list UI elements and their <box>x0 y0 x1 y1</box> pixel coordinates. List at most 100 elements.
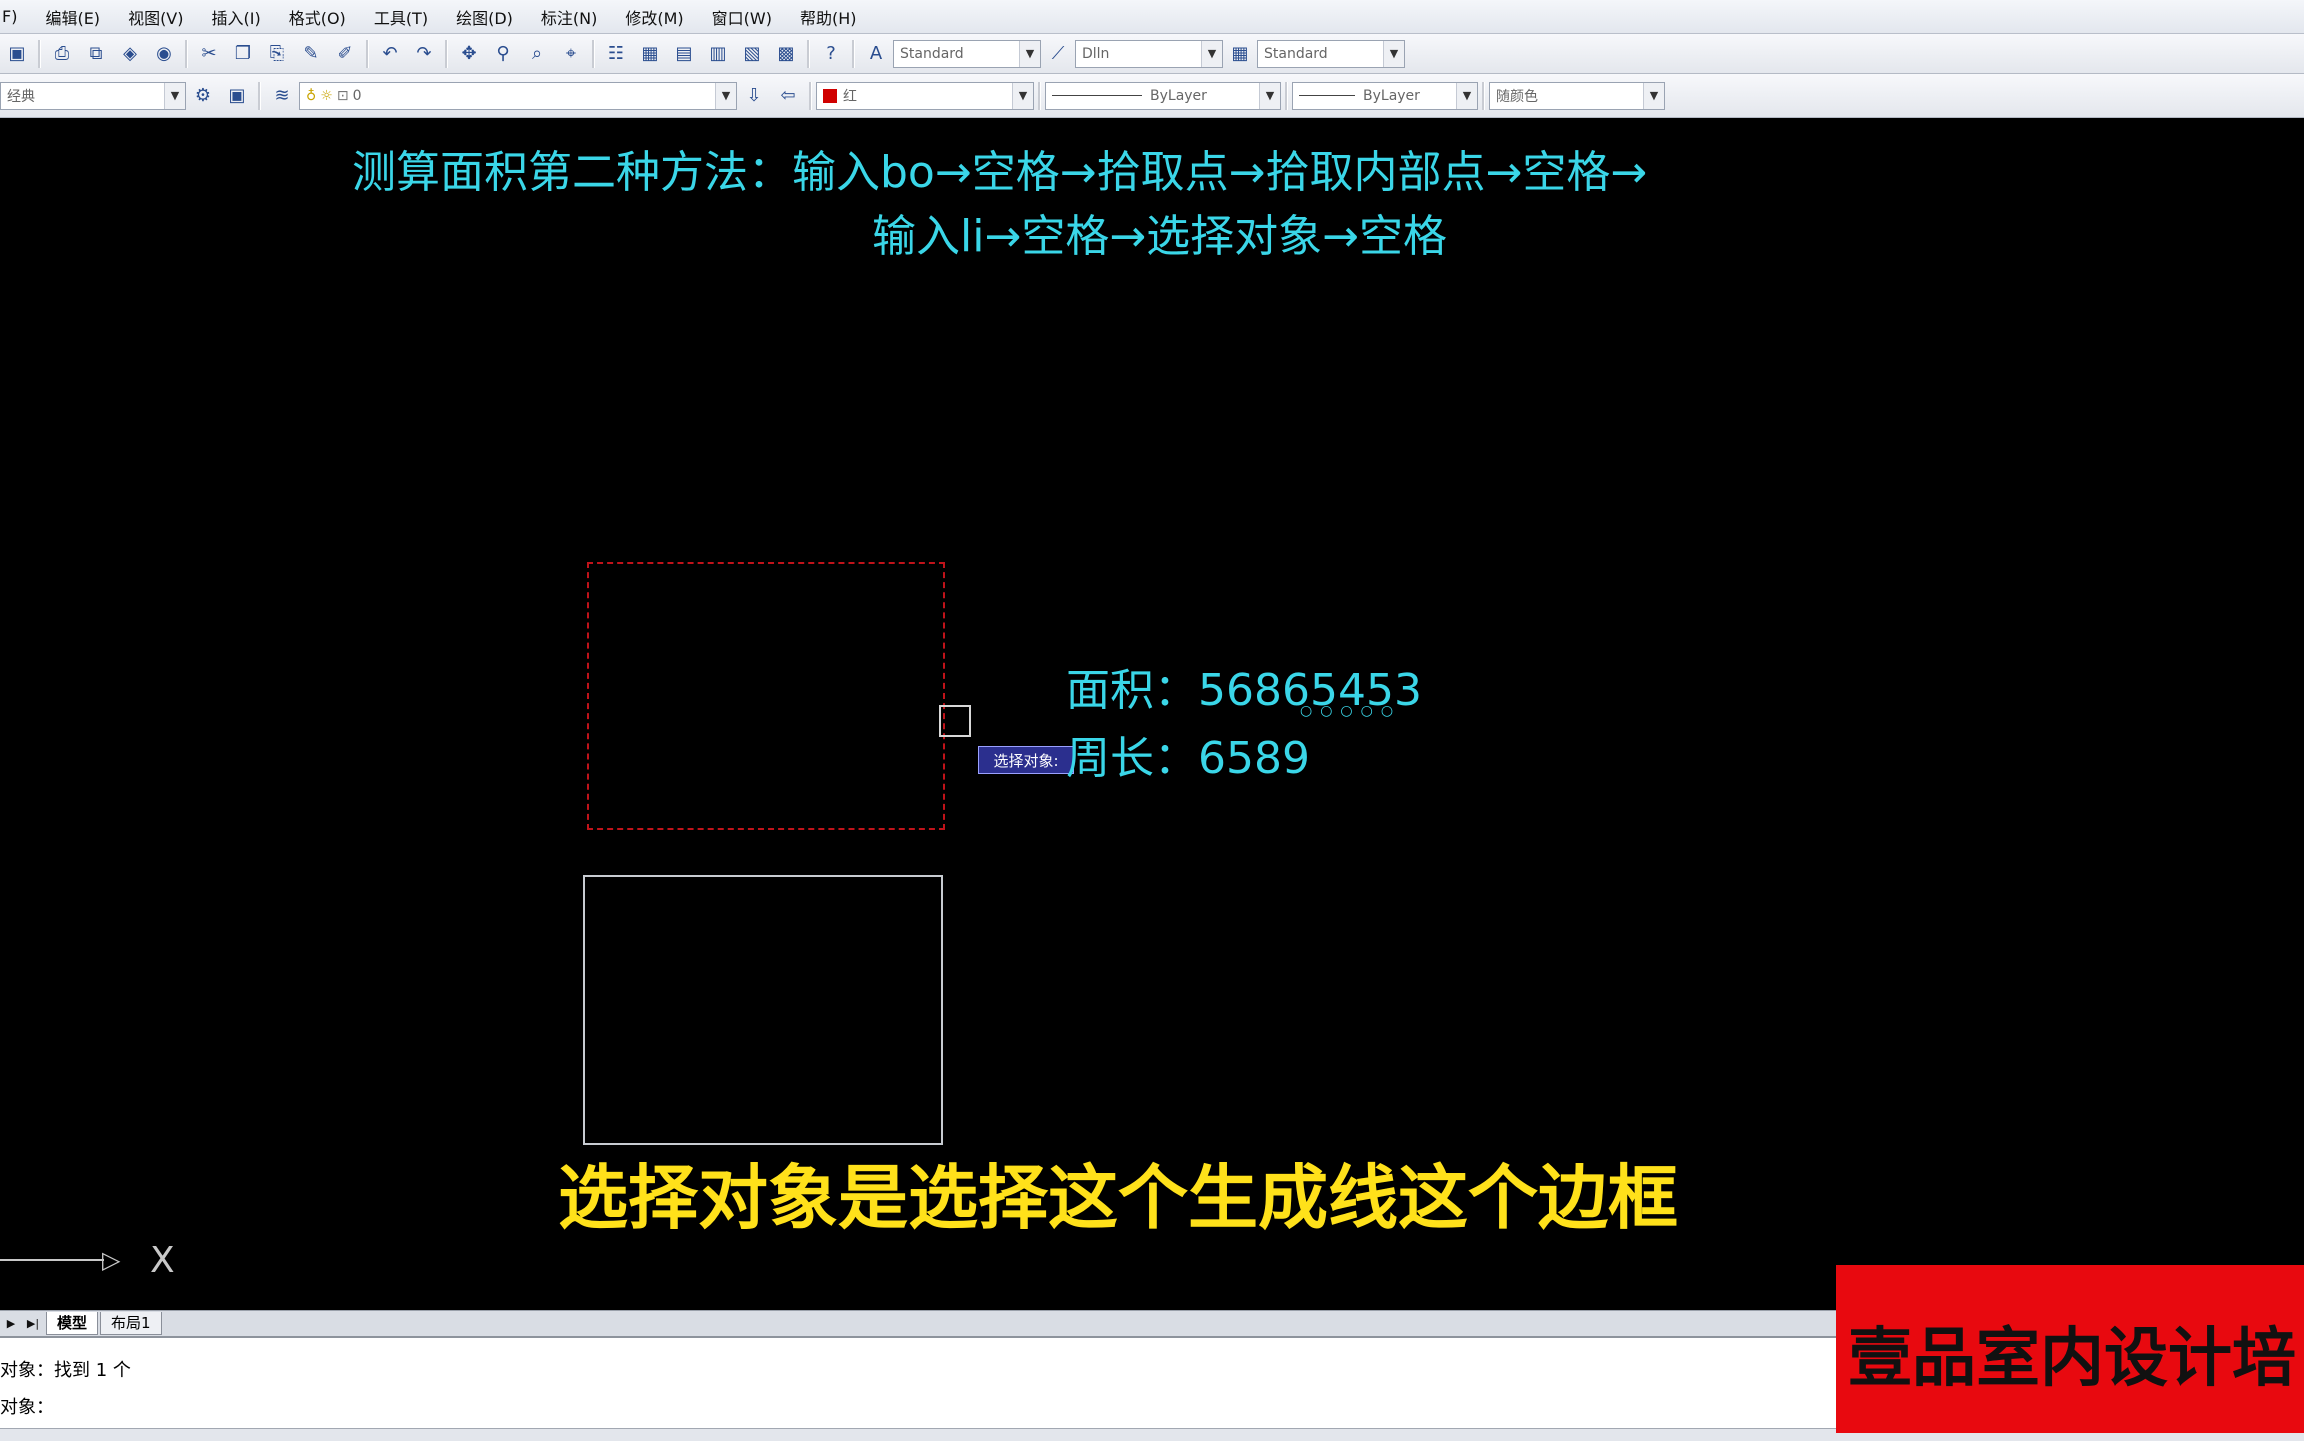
calculator-icon[interactable]: ▩ <box>772 40 800 68</box>
design-center-icon[interactable]: ▦ <box>636 40 664 68</box>
tab-nav-next-icon[interactable]: ▶ <box>0 1317 22 1330</box>
ucs-x-axis-line <box>0 1259 104 1261</box>
color-value: 红 <box>843 88 857 105</box>
command-prompt-line[interactable]: 对象： <box>0 1393 54 1419</box>
chevron-down-icon: ▼ <box>1643 82 1664 109</box>
toolbar-separator <box>809 81 812 110</box>
boundary-rectangle[interactable] <box>583 875 943 1145</box>
redo-icon[interactable]: ↷ <box>410 40 438 68</box>
tool-palettes-icon[interactable]: ▤ <box>670 40 698 68</box>
menu-tools[interactable]: 工具(T) <box>360 5 442 29</box>
instruction-heading-line2: 输入li→空格→选择对象→空格 <box>872 211 1448 262</box>
zoom-window-icon[interactable]: ⌕ <box>523 40 551 68</box>
zoom-previous-icon[interactable]: ⌖ <box>557 40 585 68</box>
chevron-down-icon: ▼ <box>1201 40 1222 67</box>
menu-view[interactable]: 视图(V) <box>114 5 197 29</box>
lineweight-select[interactable]: ByLayer ▼ <box>1292 81 1478 110</box>
toolbar-separator <box>592 39 595 68</box>
table-style-select[interactable]: Standard ▼ <box>1257 39 1405 68</box>
video-subtitle: 选择对象是选择这个生成线这个边框 <box>558 1157 1678 1239</box>
plot-style-select[interactable]: 随颜色 ▼ <box>1489 81 1665 110</box>
zoom-realtime-icon[interactable]: ⚲ <box>489 40 517 68</box>
3d-publish-icon[interactable]: ◉ <box>150 40 178 68</box>
sheet-set-icon[interactable]: ▥ <box>704 40 732 68</box>
perimeter-result-text: 周长：6589 <box>1066 733 1310 784</box>
tab-model[interactable]: 模型 <box>46 1312 99 1335</box>
save-icon[interactable]: ▣ <box>3 40 31 68</box>
dim-style-select[interactable]: Dlln ▼ <box>1075 39 1223 68</box>
ucs-x-label: X <box>150 1240 175 1281</box>
sun-icon: ☼ <box>320 87 333 104</box>
print-icon[interactable]: ⎙ <box>48 40 76 68</box>
ucs-arrow-icon: ▷ <box>102 1246 121 1274</box>
undo-icon[interactable]: ↶ <box>376 40 404 68</box>
copy-icon[interactable]: ❐ <box>229 40 257 68</box>
menu-file[interactable]: F) <box>0 7 31 26</box>
paste-icon[interactable]: ⎘ <box>263 40 291 68</box>
menu-draw[interactable]: 绘图(D) <box>442 5 527 29</box>
color-select[interactable]: 红 ▼ <box>816 81 1034 110</box>
properties-icon[interactable]: ☷ <box>602 40 630 68</box>
toolbar-separator <box>366 39 369 68</box>
toolbar-separator <box>258 81 261 110</box>
tab-nav-last-icon[interactable]: ▶| <box>22 1317 44 1330</box>
text-style-select[interactable]: Standard ▼ <box>893 39 1041 68</box>
layer-previous-icon[interactable]: ⇦ <box>774 82 802 110</box>
menu-help[interactable]: 帮助(H) <box>786 5 871 29</box>
chevron-down-icon: ▼ <box>1012 82 1033 109</box>
table-style-value: Standard <box>1264 45 1328 62</box>
grip-dots: ○○○○○ <box>1300 703 1402 719</box>
lock-icon: ⊡ <box>336 87 349 104</box>
toolbar-separator <box>852 39 855 68</box>
workspace-select[interactable]: 经典 ▼ <box>0 81 186 110</box>
workspace-settings-icon[interactable]: ⚙ <box>189 82 217 110</box>
layer-manager-icon[interactable]: ≋ <box>268 82 296 110</box>
brand-logo-banner: 壹品室内设计培 <box>1836 1265 2304 1433</box>
properties-toolbar: 经典 ▼ ⚙ ▣ ≋ ♁ ☼ ⊡ 0 ▼ ⇩ ⇦ 红 ▼ ByLayer ▼ B… <box>0 74 2304 118</box>
help-icon[interactable]: ? <box>817 40 845 68</box>
lineweight-value: ByLayer <box>1363 87 1420 104</box>
chevron-down-icon: ▼ <box>164 82 185 109</box>
toolbar-separator <box>1285 81 1288 110</box>
toolbar-separator <box>445 39 448 68</box>
menu-dimension[interactable]: 标注(N) <box>527 5 611 29</box>
toolbar-separator <box>1038 81 1041 110</box>
text-style-value: Standard <box>900 45 964 62</box>
toolbar-separator <box>1482 81 1485 110</box>
match-properties-icon[interactable]: ✎ <box>297 40 325 68</box>
linetype-value: ByLayer <box>1150 87 1207 104</box>
menu-insert[interactable]: 插入(I) <box>198 5 275 29</box>
block-editor-icon[interactable]: ✐ <box>331 40 359 68</box>
linetype-select[interactable]: ByLayer ▼ <box>1045 81 1281 110</box>
menu-bar: F) 编辑(E) 视图(V) 插入(I) 格式(O) 工具(T) 绘图(D) 标… <box>0 0 2304 34</box>
brand-logo-text: 壹品室内设计培 <box>1848 1322 2296 1396</box>
linetype-preview <box>1052 95 1142 96</box>
plot-preview-icon[interactable]: ⧉ <box>82 40 110 68</box>
pan-icon[interactable]: ✥ <box>455 40 483 68</box>
select-objects-tooltip: 选择对象: <box>978 746 1074 774</box>
menu-modify[interactable]: 修改(M) <box>611 5 697 29</box>
layer-select[interactable]: ♁ ☼ ⊡ 0 ▼ <box>299 81 737 110</box>
menu-edit[interactable]: 编辑(E) <box>31 5 114 29</box>
cut-icon[interactable]: ✂ <box>195 40 223 68</box>
plot-style-value: 随颜色 <box>1496 88 1538 105</box>
standard-toolbar: ▣ ⎙ ⧉ ◈ ◉ ✂ ❐ ⎘ ✎ ✐ ↶ ↷ ✥ ⚲ ⌕ ⌖ ☷ ▦ ▤ ▥ … <box>0 34 2304 74</box>
lightbulb-icon: ♁ <box>306 87 317 104</box>
layer-value: 0 <box>352 87 362 104</box>
selected-boundary-rectangle[interactable] <box>587 562 945 830</box>
chevron-down-icon: ▼ <box>715 82 736 109</box>
chevron-down-icon: ▼ <box>1259 82 1280 109</box>
menu-window[interactable]: 窗口(W) <box>698 5 786 29</box>
make-object-layer-current-icon[interactable]: ⇩ <box>740 82 768 110</box>
table-style-icon: ▦ <box>1231 43 1249 64</box>
tab-layout1[interactable]: 布局1 <box>100 1312 162 1335</box>
lineweight-preview <box>1299 95 1355 96</box>
publish-icon[interactable]: ◈ <box>116 40 144 68</box>
workspace-save-icon[interactable]: ▣ <box>223 82 251 110</box>
markup-icon[interactable]: ▧ <box>738 40 766 68</box>
menu-format[interactable]: 格式(O) <box>275 5 360 29</box>
drawing-area[interactable]: 测算面积第二种方法：输入bo→空格→拾取点→拾取内部点→空格→ 输入li→空格→… <box>0 118 2304 1310</box>
pickbox-cursor <box>939 705 971 737</box>
color-swatch <box>823 88 837 103</box>
command-history-line: 对象：找到 1 个 <box>0 1360 131 1381</box>
